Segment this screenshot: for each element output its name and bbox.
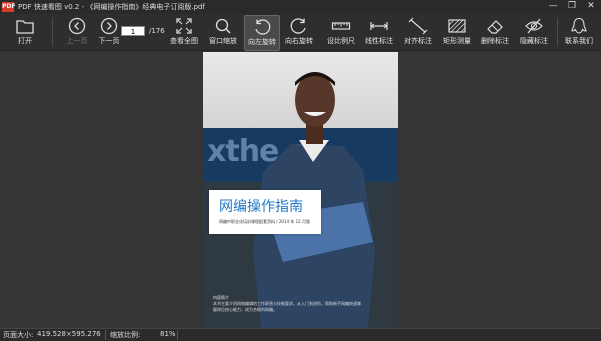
page-number-input[interactable]: 1 — [121, 26, 145, 36]
arrow-right-icon — [100, 17, 118, 35]
linear-mark-label: 线性标注 — [365, 37, 393, 45]
set-ruler-button[interactable]: 设比例尺 — [324, 15, 358, 49]
close-button[interactable]: ✕ — [585, 1, 597, 12]
zoom-value: 81% — [160, 330, 176, 338]
contact-label: 联系我们 — [565, 37, 593, 45]
fit-page-label: 查看全图 — [170, 37, 198, 45]
penguin-icon — [571, 17, 587, 34]
contact-button[interactable]: 联系我们 — [562, 15, 596, 49]
linear-mark-button[interactable]: 线性标注 — [362, 15, 396, 49]
area-icon — [448, 19, 466, 33]
cover-title-card: 网编操作指南 网编中职业化培训课程配套资料 / 2014 年 12 月版 — [209, 190, 321, 234]
fit-page-button[interactable]: 查看全图 — [167, 15, 201, 49]
title-bar: PDF PDF 快速看图 v0.2 - 《网编操作指南》经典电子订阅版.pdf … — [0, 0, 601, 14]
area-measure-button[interactable]: 矩形测量 — [440, 15, 474, 49]
rotate-left-icon — [255, 19, 271, 35]
arrow-left-icon — [68, 17, 86, 35]
total-pages: /176 — [149, 27, 165, 35]
document-canvas[interactable]: xthe co 网编操作指南 网编中职业化培训课程配套资料 / 2014 年 1… — [0, 51, 601, 328]
eraser-icon — [487, 20, 503, 34]
cover-subtitle: 网编中职业化培训课程配套资料 / 2014 年 12 月版 — [219, 219, 310, 224]
delete-mark-button[interactable]: 删除标注 — [478, 15, 512, 49]
delete-mark-label: 删除标注 — [481, 37, 509, 45]
hide-mark-button[interactable]: 隐藏标注 — [517, 15, 551, 49]
fit-window-label: 窗口缩放 — [209, 37, 237, 45]
fit-window-button[interactable]: 窗口缩放 — [206, 15, 240, 49]
hide-mark-label: 隐藏标注 — [520, 37, 548, 45]
cover-note-text: 本书主要介绍网络编辑的工作职责与技能要求，从入门到进阶，帮助新手网编快速掌握岗位… — [213, 301, 361, 312]
rotate-left-button[interactable]: 向左旋转 — [244, 15, 280, 51]
align-mark-label: 对齐标注 — [404, 37, 432, 45]
align-mark-button[interactable]: 对齐标注 — [401, 15, 435, 49]
prev-page-button[interactable]: 上一页 — [62, 15, 92, 49]
set-ruler-label: 设比例尺 — [327, 37, 355, 45]
open-label: 打开 — [18, 37, 32, 45]
minimize-button[interactable]: — — [547, 1, 559, 12]
toolbar: 打开 上一页 下一页 查看全图 窗口缩放 向左旋转 向右旋转 设比例尺 线性标注… — [0, 14, 601, 51]
cover-title: 网编操作指南 — [219, 199, 303, 215]
rotate-right-button[interactable]: 向右旋转 — [282, 15, 316, 49]
linear-measure-icon — [370, 22, 388, 30]
open-button[interactable]: 打开 — [10, 15, 40, 49]
area-measure-label: 矩形测量 — [443, 37, 471, 45]
diagonal-measure-icon — [408, 17, 428, 35]
eye-off-icon — [525, 18, 543, 34]
expand-icon — [176, 18, 192, 34]
magnifier-icon — [215, 18, 231, 34]
page-size-label: 页面大小: — [3, 331, 34, 339]
next-page-button[interactable]: 下一页 — [94, 15, 124, 49]
pdf-page: xthe co 网编操作指南 网编中职业化培训课程配套资料 / 2014 年 1… — [203, 52, 398, 328]
status-bar: 页面大小: 419.528×595.276 缩放比例: 81% — [0, 328, 601, 341]
restore-button[interactable]: ❐ — [566, 1, 578, 12]
app-logo-icon: PDF — [2, 2, 16, 12]
rotate-right-label: 向右旋转 — [285, 37, 313, 45]
next-page-label: 下一页 — [98, 37, 120, 45]
rotate-left-label: 向左旋转 — [248, 38, 276, 46]
prev-page-label: 上一页 — [66, 37, 88, 45]
rotate-right-icon — [290, 18, 306, 34]
page-size-value: 419.528×595.276 — [37, 330, 101, 338]
zoom-label: 缩放比例: — [110, 331, 141, 339]
ruler-icon — [331, 22, 351, 30]
window-title: PDF 快速看图 v0.2 - 《网编操作指南》经典电子订阅版.pdf — [18, 3, 205, 11]
folder-icon — [16, 20, 34, 34]
